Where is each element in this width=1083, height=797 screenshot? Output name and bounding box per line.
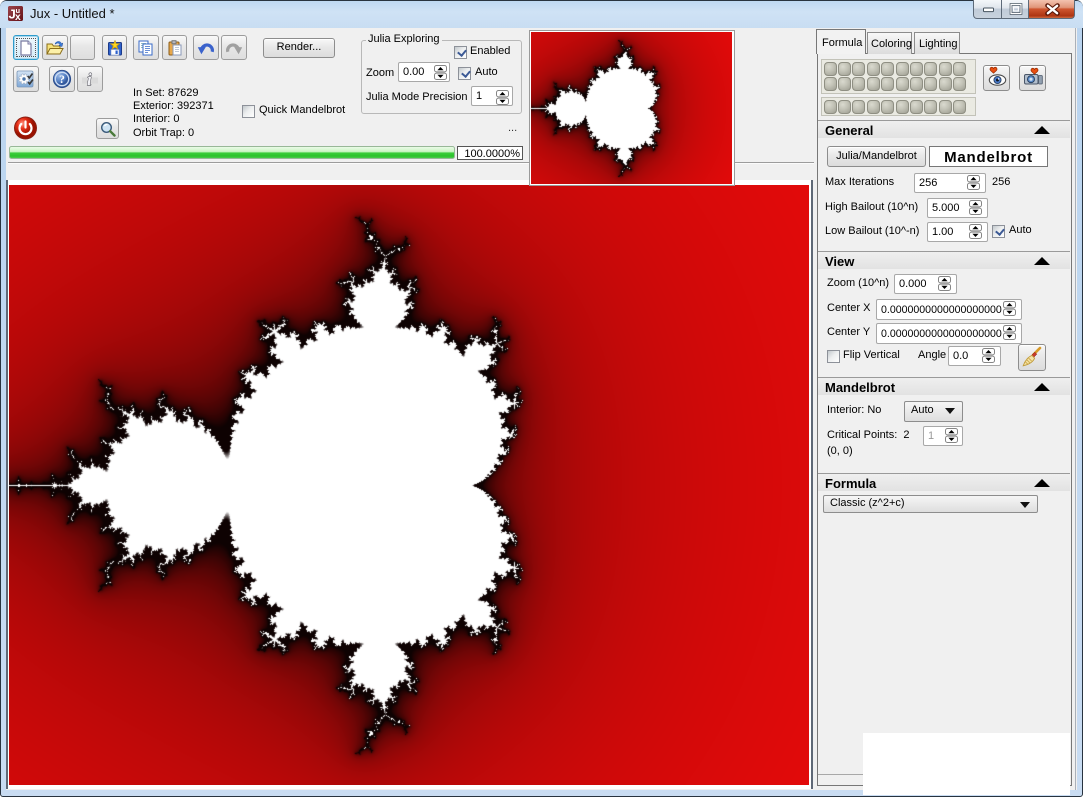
svg-text:?: ? <box>59 74 65 86</box>
svg-text:i: i <box>87 70 92 89</box>
svg-text:x: x <box>15 12 21 21</box>
